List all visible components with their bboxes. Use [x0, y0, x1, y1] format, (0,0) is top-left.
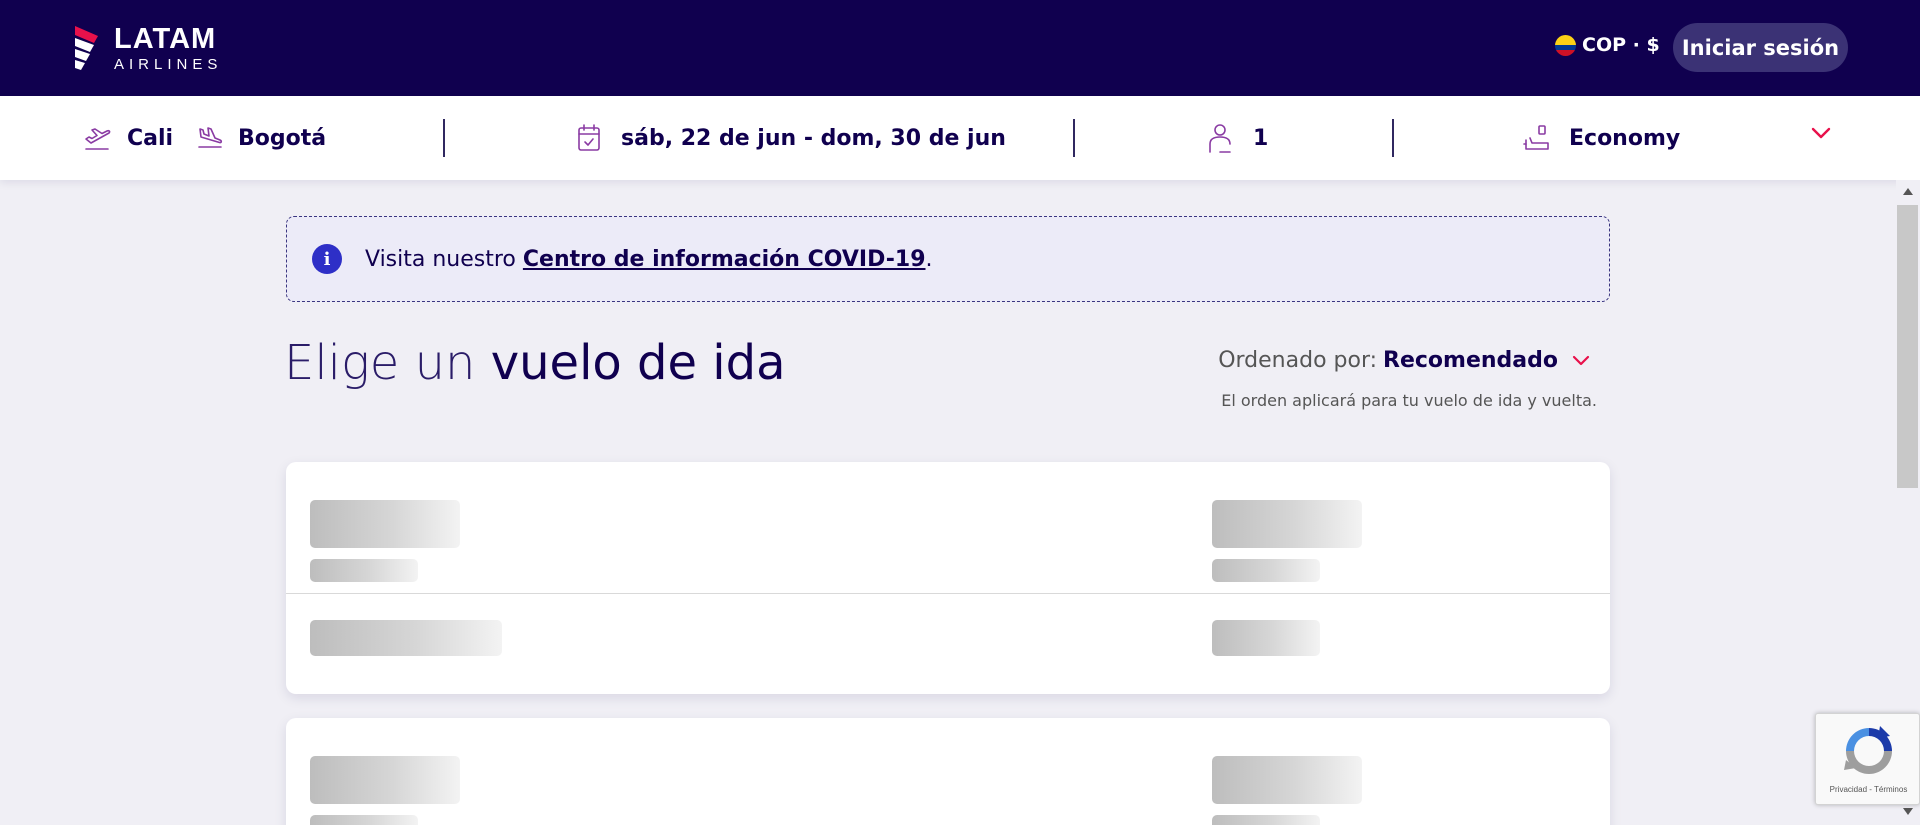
logo-subtitle: AIRLINES — [114, 55, 223, 73]
sort-dropdown[interactable]: Ordenado por: Recomendado — [1218, 348, 1590, 373]
plane-takeoff-icon — [83, 123, 113, 153]
latam-logo[interactable]: LATAM AIRLINES — [72, 23, 222, 73]
flight-card-loading — [286, 718, 1610, 825]
plane-landing-icon — [196, 123, 224, 153]
sort-value: Recomendado — [1383, 348, 1558, 373]
chevron-down-icon — [1572, 355, 1590, 367]
cabin-field[interactable]: Economy — [1522, 96, 1680, 180]
skeleton-placeholder — [1212, 559, 1320, 582]
scroll-down-arrow-icon[interactable] — [1903, 808, 1913, 815]
recaptcha-badge[interactable]: Privacidad - Términos — [1815, 713, 1920, 805]
skeleton-placeholder — [1212, 815, 1320, 825]
covid-info-link[interactable]: Centro de información COVID-19 — [523, 247, 926, 272]
colombia-flag-icon — [1555, 34, 1576, 56]
info-icon: i — [312, 244, 342, 274]
covid-suffix: . — [925, 246, 933, 272]
sort-label: Ordenado por: — [1218, 348, 1378, 373]
date-range: sáb, 22 de jun - dom, 30 de jun — [621, 125, 1006, 151]
seat-icon — [1522, 123, 1552, 153]
divider — [1392, 119, 1394, 157]
flight-card-loading — [286, 462, 1610, 694]
origin-city: Cali — [127, 125, 174, 151]
skeleton-placeholder — [1212, 756, 1362, 804]
scrollbar-thumb[interactable] — [1897, 205, 1918, 488]
covid-info-banner: i Visita nuestro Centro de información C… — [286, 216, 1610, 302]
dates-field[interactable]: sáb, 22 de jun - dom, 30 de jun — [576, 96, 1006, 180]
chevron-down-icon[interactable] — [1810, 125, 1832, 144]
skeleton-placeholder — [1212, 500, 1362, 548]
recaptcha-footer-text[interactable]: Privacidad - Términos — [1816, 785, 1920, 794]
destination-city: Bogotá — [238, 125, 327, 151]
person-icon — [1207, 122, 1233, 154]
title-light: Elige un — [284, 335, 491, 391]
currency-selector[interactable]: COP · $ — [1555, 34, 1660, 56]
scroll-up-arrow-icon[interactable] — [1903, 188, 1913, 195]
title-bold: vuelo de ida — [490, 335, 786, 391]
sort-note: El orden aplicará para tu vuelo de ida y… — [1221, 391, 1597, 410]
covid-prefix: Visita nuestro — [365, 246, 523, 272]
login-button[interactable]: Iniciar sesión — [1673, 23, 1848, 72]
page-title: Elige un vuelo de ida — [284, 335, 786, 391]
skeleton-placeholder — [310, 815, 418, 825]
destination-field[interactable]: Bogotá — [196, 96, 326, 180]
passengers-field[interactable]: 1 — [1207, 96, 1268, 180]
recaptcha-icon — [1844, 726, 1892, 774]
origin-field[interactable]: Cali — [83, 96, 173, 180]
card-divider — [286, 593, 1610, 594]
logo-wordmark: LATAM — [114, 22, 217, 55]
search-summary-bar[interactable]: Cali Bogotá sáb, 22 de jun - dom, 30 de … — [0, 96, 1920, 180]
currency-label: COP · $ — [1582, 34, 1660, 56]
covid-banner-text: Visita nuestro Centro de información COV… — [365, 247, 933, 272]
skeleton-placeholder — [310, 500, 460, 548]
divider — [1073, 119, 1075, 157]
skeleton-placeholder — [310, 559, 418, 582]
passenger-count: 1 — [1253, 125, 1269, 151]
latam-logo-icon — [75, 26, 98, 70]
skeleton-placeholder — [1212, 620, 1320, 656]
calendar-icon — [576, 123, 602, 153]
top-header: LATAM AIRLINES COP · $ Iniciar sesión — [0, 0, 1920, 96]
skeleton-placeholder — [310, 756, 460, 804]
skeleton-placeholder — [310, 620, 502, 656]
cabin-class: Economy — [1569, 125, 1681, 151]
divider — [443, 119, 445, 157]
